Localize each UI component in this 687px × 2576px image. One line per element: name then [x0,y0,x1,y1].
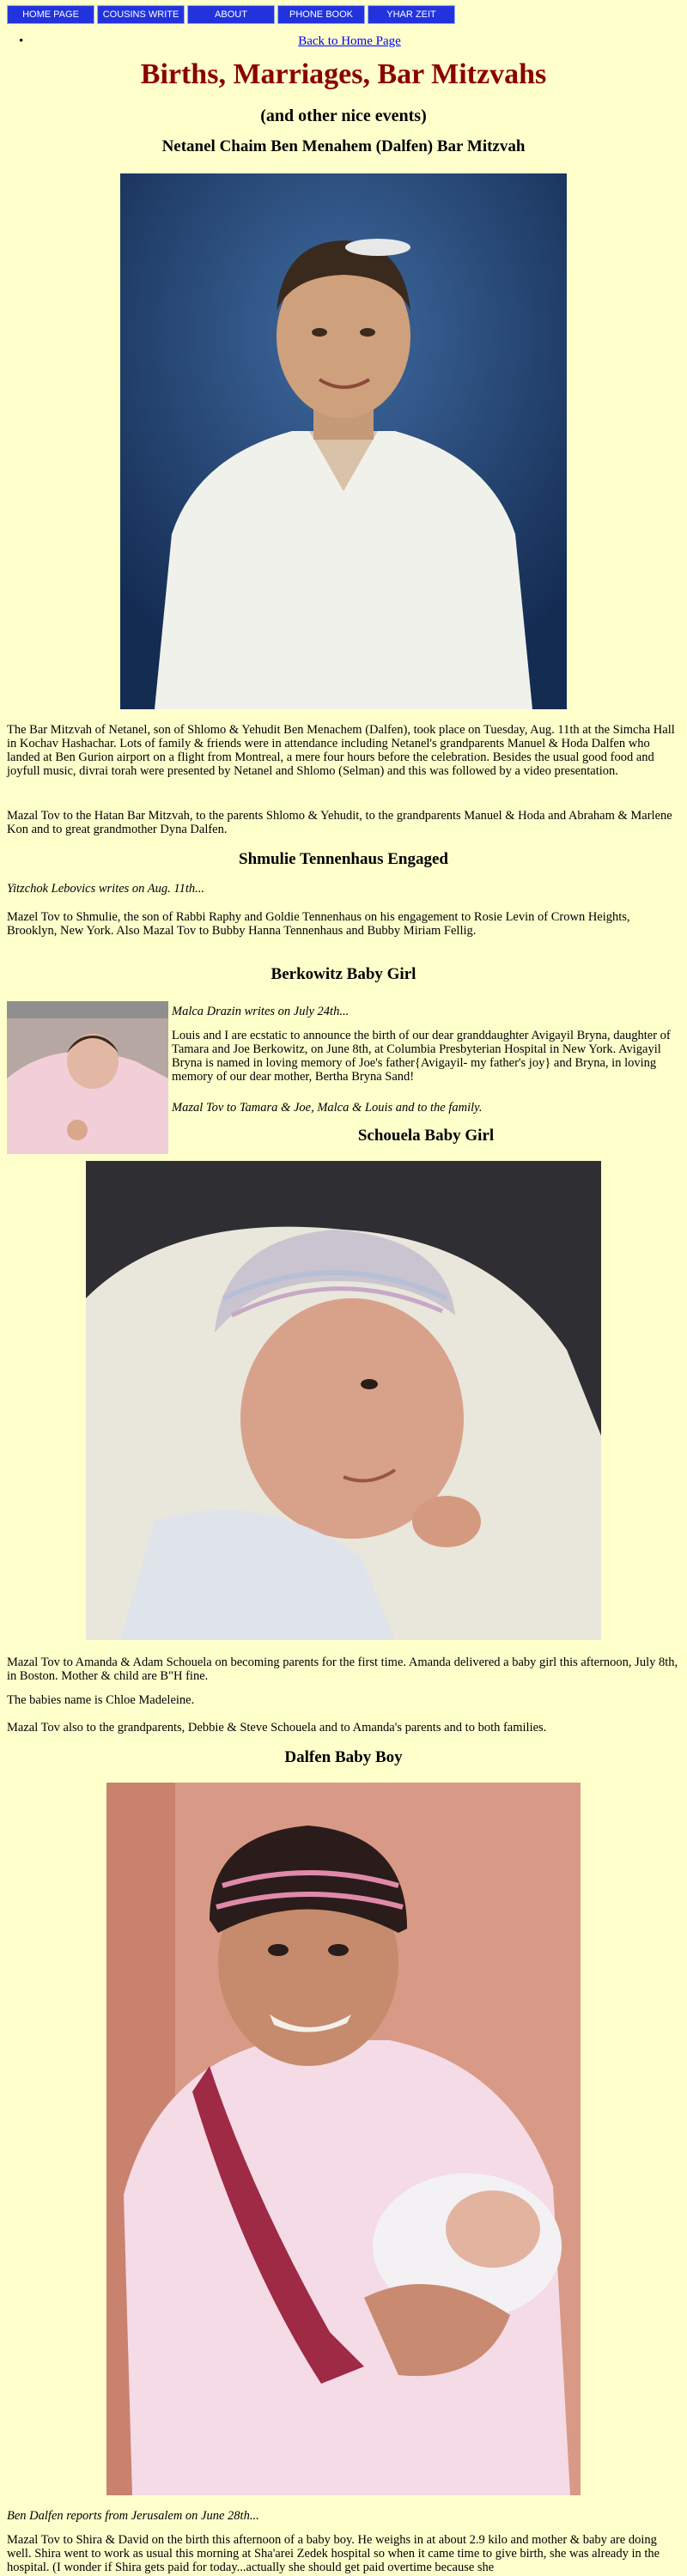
schouela-grandparents: Mazal Tov also to the grandparents, Debb… [7,1721,547,1735]
section-heading-dalfen-baby: Dalfen Baby Boy [284,1748,403,1766]
bar-mitzvah-photo [120,173,567,709]
bar-mitzvah-mazal-tov: Mazal Tov to the Hatan Bar Mitzvah, to t… [7,809,672,836]
section-heading-schouela: Schouela Baby Girl [357,1127,495,1145]
bullet-icon: • [19,34,24,48]
engaged-paragraph: Mazel Tov to Shmulie, the son of Rabbi R… [7,910,630,938]
berkowitz-closing: Mazal Tov to Tamara & Joe, Malca & Louis… [172,1101,483,1115]
section-heading-bar-mitzvah: Netanel Chaim Ben Menahem (Dalfen) Bar M… [161,137,526,155]
dalfen-baby-byline: Ben Dalfen reports from Jerusalem on Jun… [7,2509,259,2523]
berkowitz-byline: Malca Drazin writes on July 24th... [172,1005,350,1018]
dalfen-baby-paragraph: Mazal Tov to Shira & David on the birth … [7,2533,660,2574]
page-title: Births, Marriages, Bar Mitzvahs [140,58,547,90]
berkowitz-baby-photo [7,1001,168,1154]
nav-cousins-write[interactable]: COUSINS WRITE [97,5,185,24]
back-to-home-link[interactable]: Back to Home Page [298,34,401,48]
schouela-paragraph: Mazal Tov to Amanda & Adam Schouela on b… [7,1656,678,1683]
section-heading-berkowitz: Berkowitz Baby Girl [271,965,416,983]
nav-phone-book[interactable]: PHONE BOOK [277,5,365,24]
berkowitz-paragraph: Louis and I are ecstatic to announce the… [172,1029,671,1084]
section-heading-engaged: Shmulie Tennenhaus Engaged [239,850,448,868]
back-link-row: • Back to Home Page [19,34,680,49]
schouela-baby-name: The babies name is Chloe Madeleine. [7,1693,195,1707]
nav-about[interactable]: ABOUT [187,5,275,24]
nav-home-page[interactable]: HOME PAGE [7,5,94,24]
dalfen-baby-photo [106,1783,581,2495]
engaged-byline: Yitzchok Lebovics writes on Aug. 11th... [7,882,204,896]
nav-yhar-zeit[interactable]: YHAR ZEIT [368,5,455,24]
top-nav: HOME PAGE COUSINS WRITE ABOUT PHONE BOOK… [7,5,455,24]
bar-mitzvah-paragraph: The Bar Mitzvah of Netanel, son of Shlom… [7,723,675,778]
schouela-baby-photo [86,1161,601,1640]
page-subtitle: (and other nice events) [260,106,427,125]
